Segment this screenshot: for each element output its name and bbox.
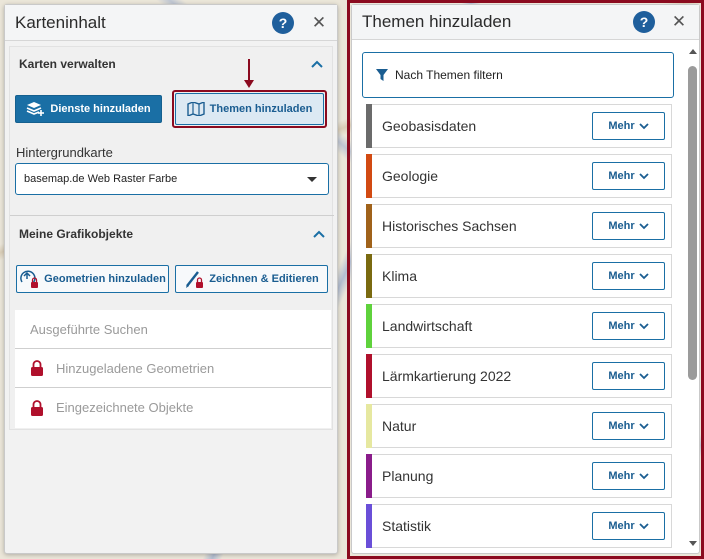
add-themes-button[interactable]: Themen hinzuladen [175,93,324,125]
more-label: Mehr [608,170,635,182]
topic-label: Landwirtschaft [382,318,473,334]
list-item[interactable]: Eingezeichnete Objekte [15,388,331,427]
more-label: Mehr [608,520,635,532]
chevron-down-icon [639,372,649,379]
topic-row[interactable]: Geologie Mehr [366,154,672,198]
topic-row[interactable]: Natur Mehr [366,404,672,448]
list-item[interactable]: Hinzugeladene Geometrien [15,349,331,388]
close-button[interactable]: ✕ [310,13,328,32]
chevron-down-icon [639,322,649,329]
chevron-down-icon [639,172,649,179]
more-button[interactable]: Mehr [592,312,665,340]
pencil-lock-icon [186,271,204,288]
list-item-label: Hinzugeladene Geometrien [56,360,215,376]
layers-add-icon [27,102,45,116]
chevron-down-icon [639,522,649,529]
add-themes-label: Themen hinzuladen [209,103,313,115]
panel-title: Themen hinzuladen [362,12,512,31]
pointer-arrow-line [248,59,250,81]
more-label: Mehr [608,270,635,282]
add-geometries-button[interactable]: Geometrien hinzuladen [16,265,169,293]
scroll-down-arrow[interactable] [689,541,697,546]
chevron-down-icon [639,272,649,279]
topic-label: Geologie [382,168,439,184]
list-item[interactable]: Ausgeführte Suchen [15,310,331,349]
filter-topics-label: Nach Themen filtern [395,68,503,82]
more-label: Mehr [608,220,635,232]
topic-row[interactable]: Landwirtschaft Mehr [366,304,672,348]
filter-topics-button[interactable]: Nach Themen filtern [362,52,674,98]
lock-icon [31,360,43,376]
filter-icon [376,68,388,81]
help-button[interactable]: ? [272,12,294,34]
scrollbar[interactable] [688,49,697,549]
more-button[interactable]: Mehr [592,212,665,240]
caret-down-icon [307,177,317,182]
add-services-button[interactable]: Dienste hinzuladen [15,95,162,123]
help-button[interactable]: ? [633,11,655,33]
chevron-up-icon[interactable] [310,57,324,71]
close-button[interactable]: ✕ [670,12,688,31]
basemap-select[interactable]: basemap.de Web Raster Farbe [15,163,329,195]
panel-header: Themen hinzuladen ? ✕ [352,5,699,40]
chevron-up-icon[interactable] [312,227,326,241]
more-label: Mehr [608,370,635,382]
basemap-value: basemap.de Web Raster Farbe [24,173,178,185]
chevron-down-icon [639,122,649,129]
more-label: Mehr [608,120,635,132]
more-button[interactable]: Mehr [592,362,665,390]
section-divider [10,215,334,216]
graphics-list: Ausgeführte Suchen Hinzugeladene Geometr… [15,310,331,428]
list-item-label: Eingezeichnete Objekte [56,400,194,415]
chevron-down-icon [639,472,649,479]
panel-header: Karteninhalt ? ✕ [5,5,337,41]
draw-edit-button[interactable]: Zeichnen & Editieren [175,265,328,293]
topic-row[interactable]: Lärmkartierung 2022 Mehr [366,354,672,398]
topic-label: Geobasisdaten [382,118,477,134]
more-button[interactable]: Mehr [592,512,665,540]
map-content-panel: Karteninhalt ? ✕ Karten verwalten Dienst… [4,4,338,554]
more-button[interactable]: Mehr [592,412,665,440]
topic-label: Lärmkartierung 2022 [382,368,512,384]
section-header-graphics[interactable]: Meine Grafikobjekte [10,217,334,251]
scroll-up-arrow[interactable] [689,49,697,54]
add-services-label: Dienste hinzuladen [50,103,151,115]
topic-row[interactable]: Klima Mehr [366,254,672,298]
topic-row[interactable]: Statistik Mehr [366,504,672,548]
panel-title: Karteninhalt [15,12,106,32]
more-button[interactable]: Mehr [592,112,665,140]
add-geometries-label: Geometrien hinzuladen [44,273,166,285]
add-themes-panel: Themen hinzuladen ? ✕ Nach Themen filter… [351,4,700,554]
pointer-arrow-head [244,80,254,88]
topic-row[interactable]: Planung Mehr [366,454,672,498]
topic-label: Klima [382,268,418,284]
topic-label: Planung [382,468,434,484]
basemap-label: Hintergrundkarte [16,145,113,160]
geometry-upload-icon [20,270,39,288]
more-label: Mehr [608,320,635,332]
draw-edit-label: Zeichnen & Editieren [209,273,319,285]
chevron-down-icon [639,222,649,229]
topic-label: Statistik [382,518,432,534]
topic-label: Historisches Sachsen [382,218,517,234]
topic-row[interactable]: Historisches Sachsen Mehr [366,204,672,248]
section-header-maps[interactable]: Karten verwalten [10,47,332,81]
lock-icon [31,399,43,416]
scrollbar-thumb[interactable] [688,66,697,380]
map-icon [186,102,205,116]
topic-label: Natur [382,418,417,434]
section-title-graphics: Meine Grafikobjekte [19,227,134,241]
panel-body: Karten verwalten Dienste hinzuladen Them… [9,46,334,430]
list-item-label: Ausgeführte Suchen [30,321,148,337]
chevron-down-icon [639,422,649,429]
more-button[interactable]: Mehr [592,462,665,490]
more-label: Mehr [608,470,635,482]
topic-row[interactable]: Geobasisdaten Mehr [366,104,672,148]
more-label: Mehr [608,420,635,432]
section-title-maps: Karten verwalten [19,57,116,71]
more-button[interactable]: Mehr [592,262,665,290]
more-button[interactable]: Mehr [592,162,665,190]
